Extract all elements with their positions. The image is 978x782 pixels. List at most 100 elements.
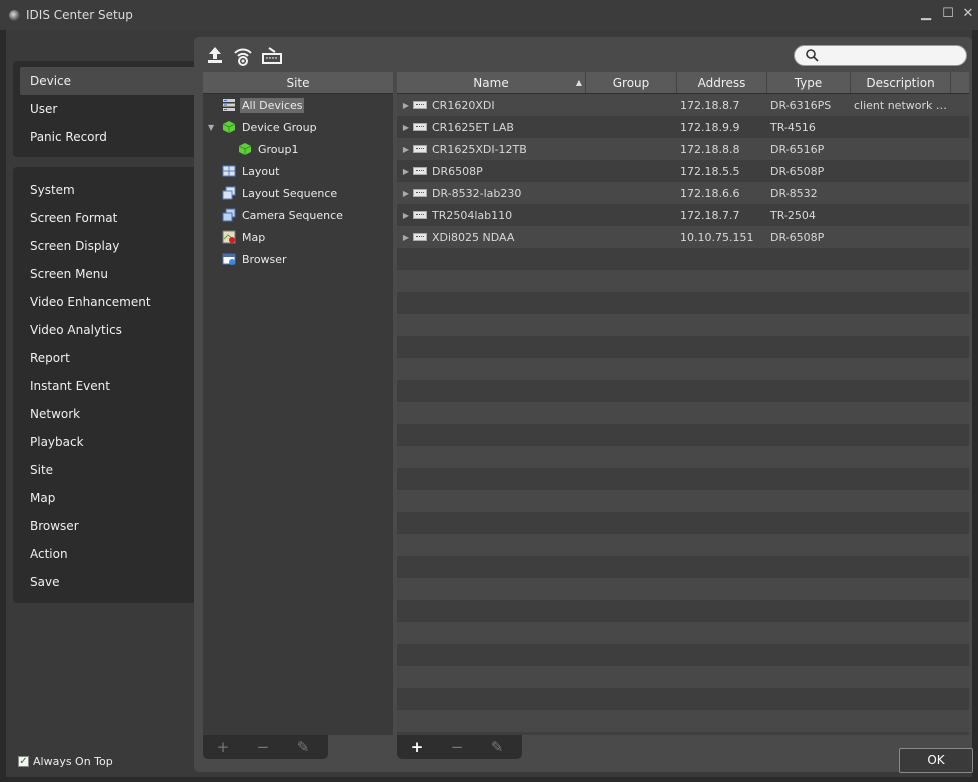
browser-icon [222,252,236,266]
dvr-device-icon [413,211,427,219]
all-devices-icon [222,98,236,112]
menu-item-report[interactable]: Report [13,344,198,372]
tree-item-group1[interactable]: Group1 [203,138,393,160]
search-input[interactable] [825,48,960,63]
tree-label: Camera Sequence [242,208,343,222]
device-address: 172.18.5.5 [680,164,740,178]
device-name: DR-8532-lab230 [432,186,522,200]
menu-item-action[interactable]: Action [13,540,198,568]
maximize-button[interactable]: ☐ [941,6,955,22]
edit-site-button[interactable]: ✎ [283,738,323,756]
menu-item-video-analytics[interactable]: Video Analytics [13,316,198,344]
tree-label: All Devices [240,97,305,113]
sort-ascending-icon: ▲ [575,78,582,87]
menu-item-system[interactable]: System [13,176,198,204]
tree-item-camera-sequence[interactable]: Camera Sequence [203,204,393,226]
tree-item-layout-sequence[interactable]: Layout Sequence [203,182,393,204]
device-action-bar: + − ✎ [397,735,522,759]
menu-item-map[interactable]: Map [13,484,198,512]
device-table-header: Name ▲ Group Address Type Description [397,72,969,94]
device-register-icon[interactable] [261,45,283,67]
upload-icon[interactable] [204,45,226,67]
camera-sequence-icon [222,208,236,222]
tree-item-map[interactable]: Map [203,226,393,248]
expand-arrow-icon[interactable]: ▶ [399,211,413,220]
device-table: Name ▲ Group Address Type Description ▶ C… [397,72,969,735]
expand-arrow-icon[interactable]: ▶ [399,233,413,242]
remove-device-button[interactable]: − [437,738,477,756]
device-type: DR-6508P [770,230,825,244]
network-scan-icon[interactable] [232,45,254,67]
ok-button[interactable]: OK [899,748,973,773]
menu-item-screen-display[interactable]: Screen Display [13,232,198,260]
table-row[interactable]: ▶ CR1625XDI-12TB 172.18.8.8 DR-6516P [397,138,969,160]
column-header-name[interactable]: Name ▲ [397,72,586,93]
table-row[interactable]: ▶ CR1625ET LAB 172.18.9.9 TR-4516 [397,116,969,138]
layout-sequence-icon [222,186,236,200]
device-table-body: ▶ CR1620XDI 172.18.8.7 DR-6316PS client netw… [397,94,969,732]
always-on-top-checkbox[interactable]: ✓ [18,756,29,767]
empty-table-row [397,424,969,446]
table-row[interactable]: ▶ XDi8025 NDAA 10.10.75.151 DR-6508P [397,226,969,248]
search-box[interactable] [794,45,967,66]
menu-item-user[interactable]: User [13,95,198,123]
device-name: DR6508P [432,164,483,178]
menu-item-network[interactable]: Network [13,400,198,428]
expand-arrow-icon[interactable]: ▶ [399,145,413,154]
menu-item-video-enhancement[interactable]: Video Enhancement [13,288,198,316]
column-header-type[interactable]: Type [767,72,851,93]
empty-table-row [397,292,969,314]
tree-label: Group1 [258,142,299,156]
empty-table-row [397,512,969,534]
menu-item-screen-format[interactable]: Screen Format [13,204,198,232]
add-device-button[interactable]: + [397,738,437,756]
device-group-icon [222,120,236,134]
expand-arrow-icon[interactable]: ▶ [399,167,413,176]
empty-table-row [397,622,969,644]
close-button[interactable]: ✕ [961,6,975,22]
collapse-arrow-icon[interactable]: ▼ [208,123,214,132]
tree-item-browser[interactable]: Browser [203,248,393,270]
empty-table-row [397,688,969,710]
minimize-button[interactable]: ▁ [919,6,933,22]
menu-item-save[interactable]: Save [13,568,198,596]
empty-table-row [397,666,969,688]
expand-arrow-icon[interactable]: ▶ [399,189,413,198]
tree-item-all-devices[interactable]: All Devices [203,94,393,116]
device-name: XDi8025 NDAA [432,230,515,244]
empty-table-row [397,578,969,600]
search-icon[interactable] [805,48,819,62]
menu-item-panic-record[interactable]: Panic Record [13,123,198,151]
column-header-group[interactable]: Group [586,72,677,93]
menu-item-site[interactable]: Site [13,456,198,484]
table-row[interactable]: ▶ CR1620XDI 172.18.8.7 DR-6316PS client netw… [397,94,969,116]
empty-table-row [397,314,969,336]
tree-label: Layout [242,164,280,178]
expand-arrow-icon[interactable]: ▶ [399,123,413,132]
menu-item-screen-menu[interactable]: Screen Menu [13,260,198,288]
menu-item-instant-event[interactable]: Instant Event [13,372,198,400]
edit-device-button[interactable]: ✎ [477,738,517,756]
expand-arrow-icon[interactable]: ▶ [399,101,413,110]
tree-item-layout[interactable]: Layout [203,160,393,182]
device-name: CR1620XDI [432,98,495,112]
empty-table-row [397,534,969,556]
table-row[interactable]: ▶ DR-8532-lab230 172.18.6.6 DR-8532 [397,182,969,204]
always-on-top-option[interactable]: ✓ Always On Top [18,755,113,768]
column-header-address[interactable]: Address [677,72,767,93]
add-site-button[interactable]: + [203,738,243,756]
tree-item-device-group[interactable]: ▼ Device Group [203,116,393,138]
empty-table-row [397,710,969,732]
device-type: TR-2504 [770,208,816,222]
table-row[interactable]: ▶ TR2504lab110 172.18.7.7 TR-2504 [397,204,969,226]
menu-item-browser[interactable]: Browser [13,512,198,540]
column-header-description[interactable]: Description [851,72,951,93]
menu-item-device[interactable]: Device [20,67,198,95]
remove-site-button[interactable]: − [243,738,283,756]
table-row[interactable]: ▶ DR6508P 172.18.5.5 DR-6508P [397,160,969,182]
group-icon [238,142,252,156]
menu-item-playback[interactable]: Playback [13,428,198,456]
empty-table-row [397,600,969,622]
empty-table-row [397,446,969,468]
device-address: 172.18.9.9 [680,120,740,134]
